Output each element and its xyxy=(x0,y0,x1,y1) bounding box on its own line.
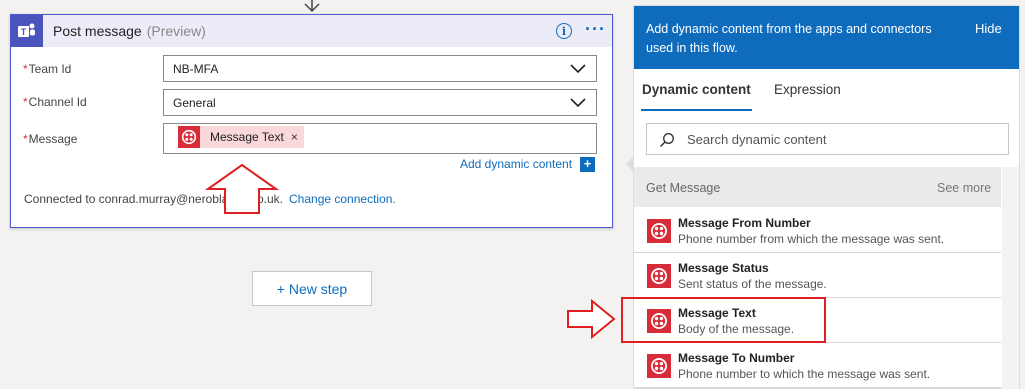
tab-expression[interactable]: Expression xyxy=(774,82,841,97)
search-placeholder: Search dynamic content xyxy=(687,132,827,147)
more-options-icon[interactable]: ··· xyxy=(585,19,606,40)
message-text-token[interactable]: Message Text × xyxy=(178,126,304,148)
list-item-message-status[interactable]: Message Status Sent status of the messag… xyxy=(634,253,1001,298)
item-description: Phone number from which the message was … xyxy=(678,232,945,246)
twilio-icon xyxy=(647,264,671,288)
search-icon xyxy=(659,133,674,148)
add-dynamic-content-link[interactable]: Add dynamic content xyxy=(460,157,572,171)
required-marker: * xyxy=(23,95,28,109)
required-marker: * xyxy=(23,132,28,146)
list-item-message-from-number[interactable]: Message From Number Phone number from wh… xyxy=(634,208,1001,253)
annotation-up-arrow-icon xyxy=(205,163,279,214)
svg-text:T: T xyxy=(21,27,27,37)
see-more-link[interactable]: See more xyxy=(937,181,991,195)
panel-header: Add dynamic content from the apps and co… xyxy=(634,6,1019,69)
flow-connector-arrow-icon xyxy=(304,0,320,13)
tab-dynamic-content[interactable]: Dynamic content xyxy=(642,82,751,97)
panel-pointer xyxy=(626,156,634,172)
remove-token-icon[interactable]: × xyxy=(291,130,298,144)
add-dynamic-content-icon[interactable]: + xyxy=(580,157,595,172)
twilio-icon xyxy=(178,126,200,148)
panel-header-text: Add dynamic content from the apps and co… xyxy=(646,22,932,55)
chevron-down-icon[interactable] xyxy=(569,97,587,109)
channel-id-label: *Channel Id xyxy=(23,95,87,109)
panel-scrollbar[interactable] xyxy=(1002,167,1019,389)
twilio-icon xyxy=(647,219,671,243)
change-connection-link[interactable]: Change connection. xyxy=(289,192,396,206)
channel-id-label-text: Channel Id xyxy=(28,95,87,109)
card-subtitle: (Preview) xyxy=(146,23,206,39)
team-id-label: *Team Id xyxy=(23,62,71,76)
search-dynamic-content-input[interactable]: Search dynamic content xyxy=(646,123,1009,155)
microsoft-teams-icon: T xyxy=(11,15,43,47)
item-description: Phone number to which the message was se… xyxy=(678,367,931,381)
token-label: Message Text xyxy=(210,130,284,144)
post-message-card: T Post message (Preview) i ··· *Team Id … xyxy=(10,14,613,228)
card-title: Post message xyxy=(53,23,142,39)
team-id-dropdown[interactable]: NB-MFA xyxy=(163,55,597,82)
message-label-text: Message xyxy=(28,132,78,146)
card-header[interactable]: T Post message (Preview) i ··· xyxy=(11,15,612,47)
item-title: Message To Number xyxy=(678,351,795,365)
item-title: Message From Number xyxy=(678,216,811,230)
section-title: Get Message xyxy=(646,181,721,195)
twilio-icon xyxy=(647,354,671,378)
team-id-value: NB-MFA xyxy=(173,62,219,76)
chevron-down-icon[interactable] xyxy=(569,63,587,75)
item-description: Sent status of the message. xyxy=(678,277,827,291)
required-marker: * xyxy=(23,62,28,76)
team-id-label-text: Team Id xyxy=(28,62,72,76)
active-tab-indicator xyxy=(641,109,752,111)
annotation-highlight-box xyxy=(621,297,826,343)
message-input[interactable]: Message Text × xyxy=(163,123,597,154)
section-get-message: Get Message See more xyxy=(634,167,1001,207)
annotation-right-arrow-icon xyxy=(567,299,616,339)
message-label: *Message xyxy=(23,132,77,146)
channel-id-dropdown[interactable]: General xyxy=(163,89,597,116)
channel-id-value: General xyxy=(173,96,216,110)
new-step-button[interactable]: + New step xyxy=(252,271,372,306)
info-icon[interactable]: i xyxy=(556,23,572,39)
hide-panel-button[interactable]: Hide xyxy=(975,21,1002,36)
list-item-message-to-number[interactable]: Message To Number Phone number to which … xyxy=(634,343,1001,388)
item-title: Message Status xyxy=(678,261,769,275)
panel-tabs: Dynamic content Expression xyxy=(634,69,1019,113)
